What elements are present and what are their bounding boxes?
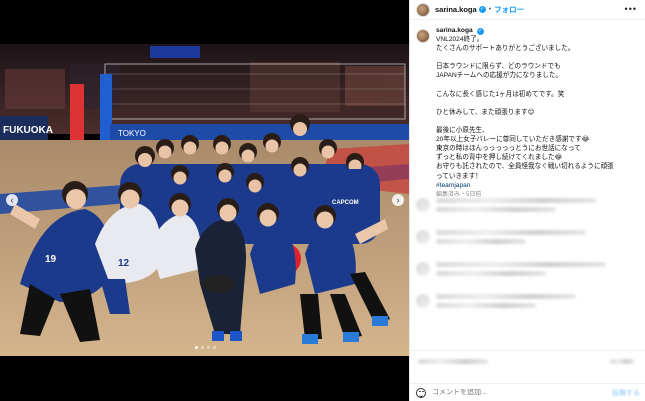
caption-line (436, 117, 636, 126)
caption-line: っていきます！ (436, 172, 482, 180)
caption-line: 日本ラウンドに限らず、どのラウンドでも (436, 63, 561, 71)
banner-fukuoka: FUKUOKA (3, 125, 53, 136)
emoji-icon[interactable] (416, 387, 426, 398)
caption-line: JAPANチームへの応援が力になりました。 (436, 72, 563, 80)
carousel-dots (195, 346, 216, 349)
comment-item (416, 198, 640, 216)
carousel-dot (207, 346, 210, 349)
caption-line (436, 81, 636, 90)
comment-item (416, 230, 640, 248)
commenter-avatar (416, 262, 430, 276)
caption-line (436, 53, 636, 62)
banner-tokyo: TOKYO (118, 129, 146, 138)
separator-dot: • (488, 6, 492, 13)
comment-item (416, 294, 640, 312)
comments-blurred (416, 198, 640, 326)
verified-icon: ✓ (476, 28, 484, 35)
post-comment-button[interactable]: 投稿する (612, 388, 640, 398)
comment-input[interactable] (432, 389, 612, 396)
previous-photo-button[interactable]: ‹ (6, 194, 18, 206)
more-options-icon[interactable]: ••• (625, 4, 637, 14)
carousel-dot (195, 346, 198, 349)
caption-line: 20年以上女子バレーに尊同していただき感謝です😂 (436, 136, 590, 144)
caption-section: sarina.koga ✓ VNL2024終了。 たくさんのサポートありがとうご… (416, 26, 640, 200)
post-photo[interactable]: FUKUOKA TOKYO CAPCOM 19 12 (0, 44, 409, 356)
carousel-dot (201, 346, 204, 349)
avatar[interactable] (416, 2, 430, 17)
caption-line: こんなに長く感じた1ヶ月は初めてです。笑 (436, 90, 565, 98)
caption-avatar[interactable] (416, 29, 430, 43)
caption-line: ひと休みして、また頑張ります😊 (436, 108, 535, 116)
instagram-post-viewer: FUKUOKA TOKYO CAPCOM 19 12 ‹ › sarina.ko… (0, 0, 645, 401)
verified-icon: ✓ (478, 6, 486, 13)
team-photo-illustration: FUKUOKA TOKYO CAPCOM 19 12 (0, 44, 409, 356)
caption-line: お守りも託されたので、全員怪我なく戦い切れるように頑張 (436, 163, 614, 171)
caption-line: VNL2024終了。 (436, 36, 484, 44)
follow-button[interactable]: フォロー (494, 4, 524, 15)
hashtag-link[interactable]: #teamjapan (436, 181, 636, 190)
comment-item (416, 262, 640, 280)
action-bar-blurred (410, 350, 645, 372)
commenter-avatar (416, 294, 430, 308)
commenter-avatar (416, 230, 430, 244)
caption-line: 最後に小原先生、 (436, 127, 489, 135)
caption-line: ずっと私の背中を押し続けてくれました😂 (436, 154, 563, 162)
caption-line: 東京の時はほんっっっっっとうにお世話になって (436, 145, 581, 153)
media-pane: FUKUOKA TOKYO CAPCOM 19 12 ‹ › (0, 0, 409, 401)
jersey-number-19: 19 (45, 254, 57, 265)
header-username[interactable]: sarina.koga (435, 5, 477, 14)
post-side-panel: sarina.koga ✓ • フォロー ••• sarina.koga ✓ V… (409, 0, 645, 401)
caption-line: たくさんのサポートありがとうございました。 (436, 45, 575, 53)
post-header: sarina.koga ✓ • フォロー ••• (410, 0, 645, 20)
jersey-sponsor: CAPCOM (332, 200, 359, 206)
comment-composer: 投稿する (410, 383, 645, 401)
caption-text: sarina.koga ✓ VNL2024終了。 たくさんのサポートありがとうご… (436, 26, 636, 200)
commenter-avatar (416, 198, 430, 212)
caption-username[interactable]: sarina.koga (436, 27, 473, 34)
caption-line (436, 99, 636, 108)
jersey-number-12: 12 (118, 258, 130, 269)
next-photo-button[interactable]: › (392, 194, 404, 206)
carousel-dot (213, 346, 216, 349)
